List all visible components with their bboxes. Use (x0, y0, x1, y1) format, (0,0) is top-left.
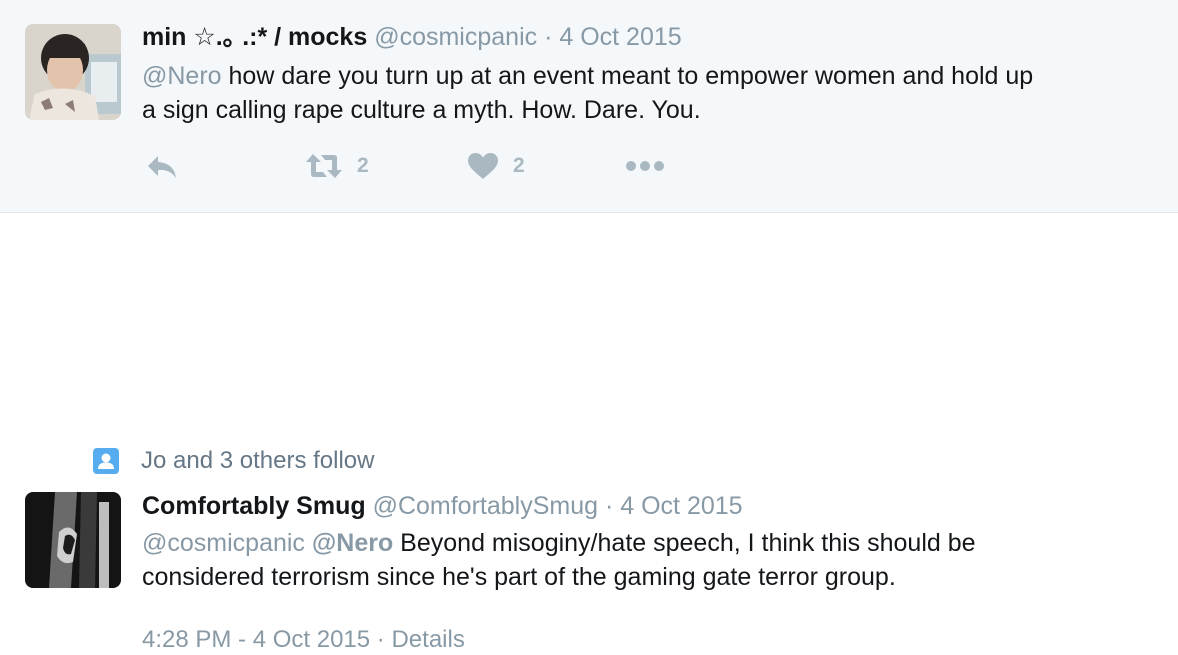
like-button[interactable]: 2 (467, 152, 525, 180)
reply-button[interactable] (146, 154, 178, 180)
tweet-text-line1: how dare you turn up at an event meant t… (221, 62, 1034, 90)
tweet-text-line1: Beyond misoginy/hate speech, I think thi… (393, 529, 976, 557)
username[interactable]: @ComfortablySmug (373, 492, 598, 520)
separator: · (544, 23, 553, 51)
fullname[interactable]: Comfortably Smug (142, 492, 366, 520)
mention-link[interactable]: @Nero (312, 529, 393, 557)
more-icon (625, 160, 665, 172)
separator: · (376, 626, 385, 653)
separator: · (604, 492, 614, 520)
parent-tweet[interactable]: min ☆.｡ .:* / mocks @cosmicpanic · 4 Oct… (0, 0, 1178, 213)
tweet-timestamp[interactable]: 4:28 PM - 4 Oct 2015 (142, 626, 370, 653)
tweet-meta: 4:28 PM - 4 Oct 2015 · Details (142, 625, 465, 655)
like-count: 2 (513, 154, 525, 177)
tweet-text: @Nero how dare you turn up at an event m… (142, 59, 1152, 127)
retweet-button[interactable]: 2 (305, 152, 369, 180)
retweet-count: 2 (357, 154, 369, 177)
tweet-text-line2: considered terrorism since he's part of … (142, 563, 896, 591)
tweet-header: Comfortably Smug @ComfortablySmug · 4 Oc… (142, 491, 743, 521)
username[interactable]: @cosmicpanic (374, 23, 537, 51)
mention-link[interactable]: @Nero (142, 62, 222, 90)
avatar[interactable] (25, 24, 121, 120)
social-context: Jo and 3 others follow (93, 446, 374, 476)
tweet-date[interactable]: 4 Oct 2015 (559, 23, 681, 51)
tweet-header: min ☆.｡ .:* / mocks @cosmicpanic · 4 Oct… (142, 22, 682, 52)
fullname[interactable]: min ☆.｡ .:* / mocks (142, 23, 367, 51)
reply-icon (146, 154, 178, 180)
social-context-text[interactable]: Jo and 3 others follow (141, 446, 374, 476)
mention-link[interactable]: @cosmicpanic (142, 529, 305, 557)
more-button[interactable] (625, 160, 665, 172)
avatar[interactable] (25, 492, 121, 588)
tweet-text: @cosmicpanic @Nero Beyond misoginy/hate … (142, 526, 1152, 594)
heart-icon (467, 152, 499, 180)
details-link[interactable]: Details (391, 626, 464, 653)
user-follow-icon (93, 448, 119, 474)
tweet-text-line2: a sign calling rape culture a myth. How.… (142, 96, 701, 124)
tweet-date[interactable]: 4 Oct 2015 (620, 492, 742, 520)
main-tweet[interactable]: Jo and 3 others follow Comfortably Smug … (0, 213, 1178, 653)
retweet-icon (305, 152, 343, 180)
